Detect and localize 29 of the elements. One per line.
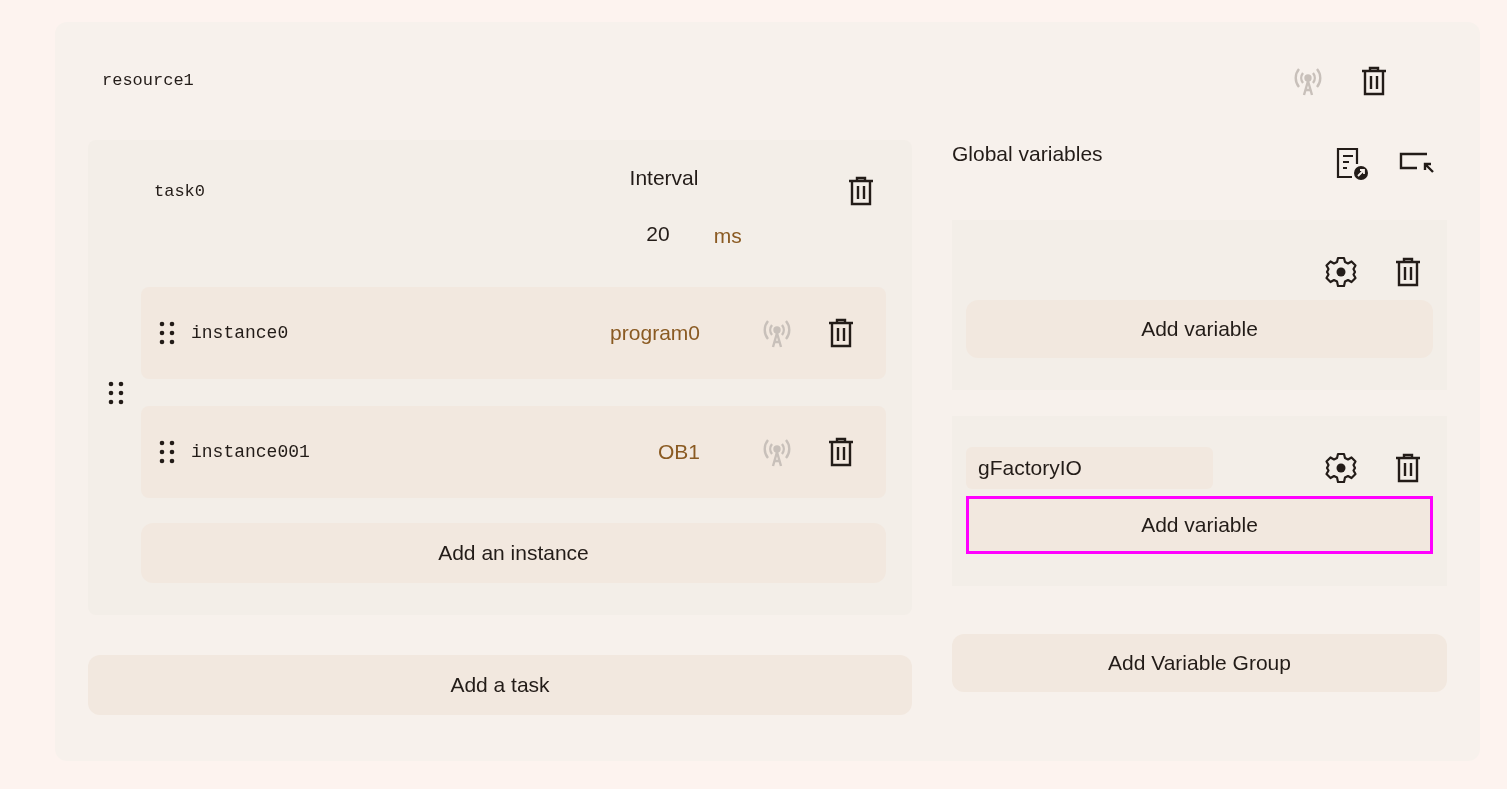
interval-unit: ms (713, 222, 742, 249)
resource-name: resource1 (102, 70, 194, 93)
trash-icon[interactable] (828, 437, 854, 467)
add-task-button[interactable]: Add a task (88, 655, 912, 715)
instance-name: instance001 (191, 440, 310, 464)
document-export-icon[interactable] (1335, 146, 1369, 180)
drag-handle-icon[interactable] (159, 321, 175, 345)
trash-icon[interactable] (1395, 453, 1421, 483)
settings-icon[interactable] (1325, 256, 1357, 288)
trash-icon[interactable] (1395, 257, 1421, 287)
add-variable-button[interactable]: Add variable (966, 496, 1433, 554)
add-variable-button[interactable]: Add variable (966, 300, 1433, 358)
task-name: task0 (154, 181, 206, 203)
program-name: OB1 (657, 439, 700, 466)
interval-label: Interval (629, 165, 699, 191)
window-arrow-icon[interactable] (1399, 151, 1435, 175)
add-variable-group-button[interactable]: Add Variable Group (952, 634, 1447, 692)
interval-value: 20 (646, 220, 670, 247)
drag-handle-icon[interactable] (159, 440, 175, 464)
instance-name: instance0 (191, 321, 289, 345)
program-name: program0 (610, 320, 700, 347)
drag-handle-icon[interactable] (107, 380, 124, 405)
settings-icon[interactable] (1325, 452, 1357, 484)
section-title: Global variables (952, 141, 1103, 167)
trash-icon[interactable] (1361, 66, 1387, 96)
trash-icon[interactable] (828, 318, 854, 348)
add-instance-button[interactable]: Add an instance (141, 523, 886, 583)
trash-icon[interactable] (848, 176, 874, 206)
group-name-field[interactable]: gFactoryIO (966, 447, 1213, 489)
